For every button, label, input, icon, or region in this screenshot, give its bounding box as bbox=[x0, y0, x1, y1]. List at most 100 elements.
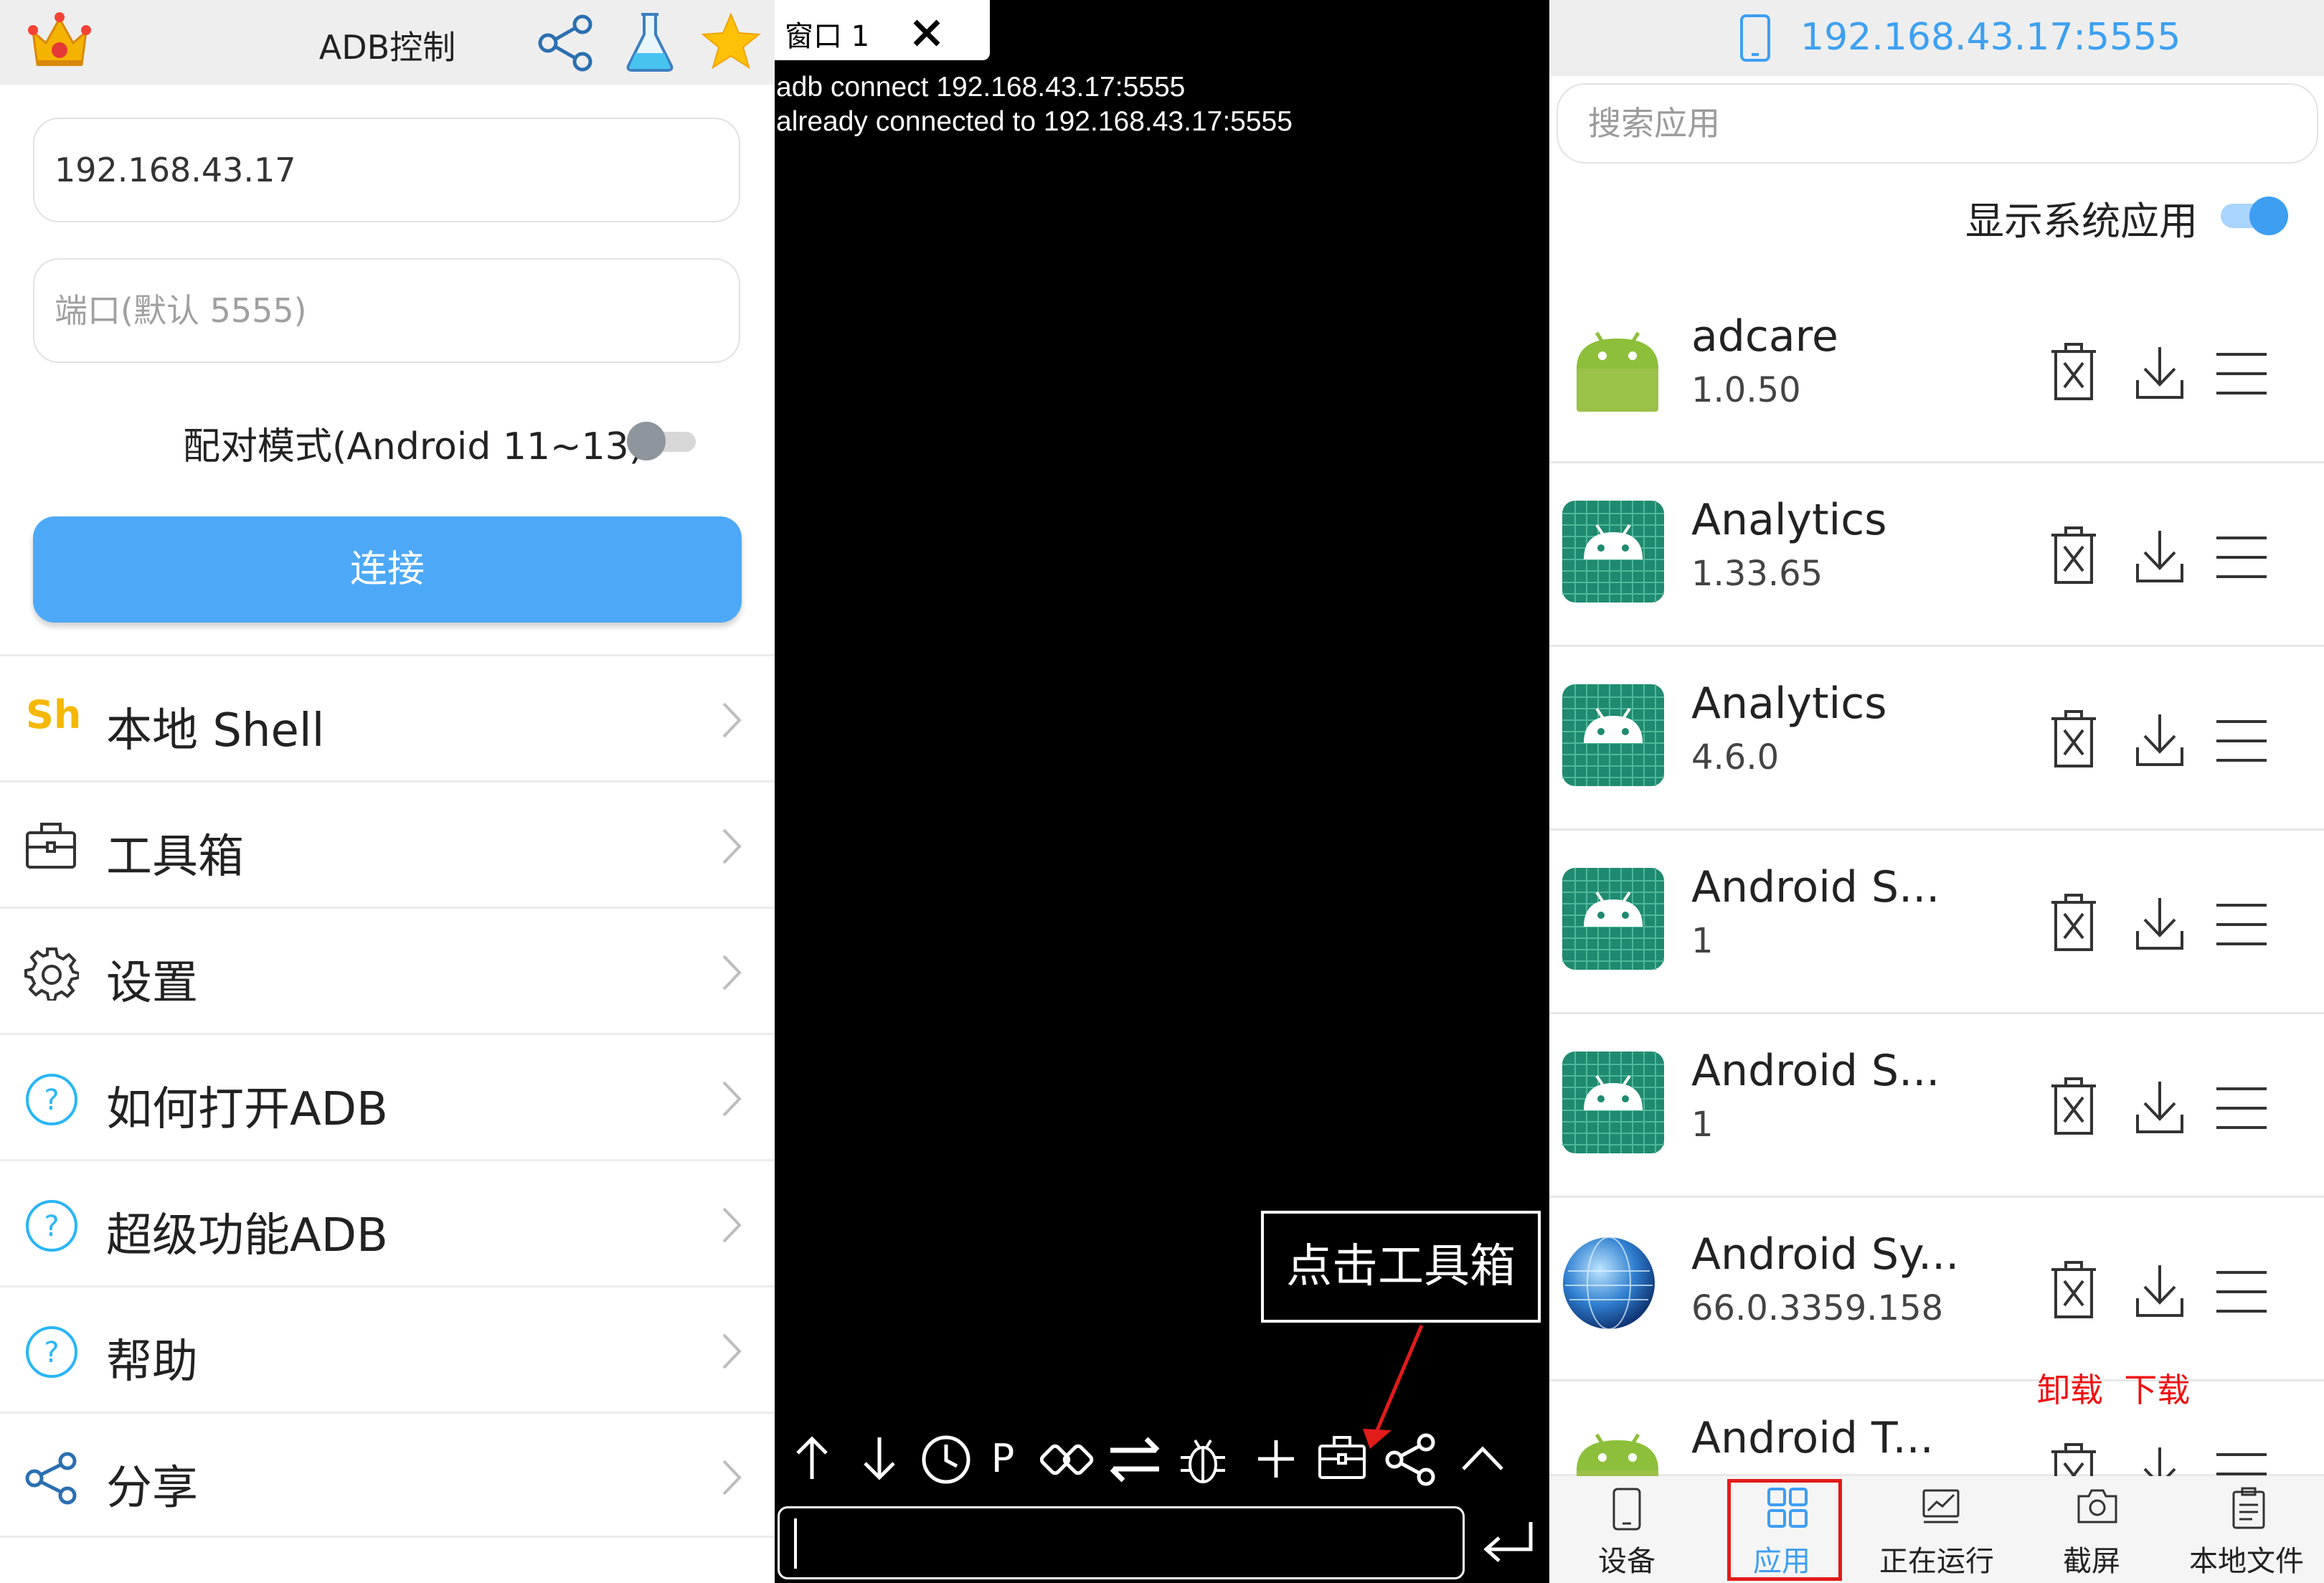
close-icon[interactable] bbox=[911, 17, 943, 49]
share-icon[interactable] bbox=[537, 13, 597, 73]
device-header: 192.168.43.17:5555 bbox=[1549, 0, 2324, 76]
terminal-line: adb connect 192.168.43.17:5555 bbox=[776, 72, 1186, 103]
menu-label: 分享 bbox=[106, 1462, 198, 1515]
globe-icon bbox=[1561, 1235, 1657, 1334]
app-version: 1 bbox=[1691, 921, 1714, 961]
nav-label: 本地文件 bbox=[2189, 1545, 2304, 1578]
app-name: Analytics bbox=[1691, 495, 1887, 545]
menu-item-settings[interactable]: 设置 bbox=[0, 907, 775, 1033]
nav-local-files[interactable]: 本地文件 bbox=[2169, 1476, 2324, 1583]
enter-icon[interactable] bbox=[1478, 1518, 1538, 1568]
svg-text:?: ? bbox=[44, 1210, 59, 1243]
download-icon[interactable] bbox=[2135, 344, 2185, 405]
app-header: ADB控制 bbox=[0, 0, 775, 85]
app-version: 1.33.65 bbox=[1691, 554, 1823, 594]
menu-item-super-adb[interactable]: ? 超级功能ADB bbox=[0, 1159, 775, 1285]
ip-address-input[interactable]: 192.168.43.17 bbox=[33, 118, 740, 222]
toolbox-icon[interactable] bbox=[1317, 1433, 1367, 1483]
android-grid-icon bbox=[1561, 866, 1666, 974]
more-menu-icon[interactable] bbox=[2215, 901, 2268, 951]
connect-button[interactable]: 连接 bbox=[33, 516, 742, 623]
text-cursor bbox=[794, 1518, 797, 1569]
more-menu-icon[interactable] bbox=[2215, 534, 2268, 584]
app-name: Android S... bbox=[1691, 1046, 1940, 1096]
uninstall-icon[interactable] bbox=[2049, 892, 2099, 955]
shell-icon: Sh bbox=[26, 692, 82, 737]
chevron-right-icon bbox=[722, 1460, 742, 1495]
show-system-apps-toggle[interactable] bbox=[2221, 194, 2290, 237]
menu-item-help[interactable]: ? 帮助 bbox=[0, 1285, 775, 1412]
download-icon[interactable] bbox=[2135, 1079, 2185, 1139]
download-icon[interactable] bbox=[2135, 1262, 2185, 1323]
swap-icon[interactable] bbox=[1106, 1433, 1163, 1486]
nav-running[interactable]: 正在运行 bbox=[1859, 1476, 2014, 1583]
download-icon[interactable] bbox=[2135, 895, 2185, 955]
download-icon[interactable] bbox=[2135, 712, 2185, 772]
app-row[interactable]: Android T...1.0.6 bbox=[1549, 1381, 2324, 1513]
crown-icon[interactable] bbox=[27, 10, 92, 75]
plus-icon[interactable] bbox=[1254, 1433, 1298, 1483]
nav-device[interactable]: 设备 bbox=[1549, 1476, 1704, 1583]
files-icon bbox=[2232, 1487, 2265, 1529]
chevron-right-icon bbox=[722, 702, 742, 738]
device-address: 192.168.43.17:5555 bbox=[1800, 16, 2181, 59]
history-clock-icon[interactable] bbox=[920, 1433, 973, 1486]
android-grid-icon bbox=[1561, 499, 1666, 607]
more-menu-icon[interactable] bbox=[2215, 717, 2268, 767]
tab-window-1[interactable]: 窗口 1 bbox=[775, 0, 990, 60]
app-version: 1.0.50 bbox=[1691, 370, 1801, 410]
highlight-box bbox=[1727, 1479, 1842, 1581]
share-icon[interactable] bbox=[1384, 1433, 1437, 1486]
uninstall-icon[interactable] bbox=[2049, 341, 2099, 405]
svg-text:?: ? bbox=[44, 1084, 59, 1117]
app-version: 4.6.0 bbox=[1691, 737, 1780, 778]
red-arrow-icon bbox=[1363, 1325, 1424, 1449]
tab-label: 窗口 1 bbox=[785, 20, 870, 53]
menu-item-how-to-open-adb[interactable]: ? 如何打开ADB bbox=[0, 1033, 775, 1159]
help-icon: ? bbox=[26, 1200, 77, 1252]
download-icon[interactable] bbox=[2135, 528, 2185, 588]
menu-label: 如何打开ADB bbox=[106, 1083, 388, 1136]
app-row[interactable]: Android S... 1 bbox=[1549, 1014, 2324, 1198]
nav-screenshot[interactable]: 截屏 bbox=[2014, 1476, 2169, 1583]
app-row[interactable]: Analytics 4.6.0 bbox=[1549, 647, 2324, 831]
app-row[interactable]: Android S... 1 bbox=[1549, 831, 2324, 1014]
port-input[interactable]: 端口(默认 5555) bbox=[33, 258, 740, 363]
more-menu-icon[interactable] bbox=[2215, 1085, 2268, 1135]
p-letter-button[interactable]: P bbox=[987, 1433, 1019, 1483]
arrow-down-icon[interactable] bbox=[858, 1433, 901, 1483]
uninstall-icon[interactable] bbox=[2049, 709, 2099, 772]
uninstall-icon[interactable] bbox=[2049, 1260, 2099, 1323]
command-input[interactable] bbox=[778, 1506, 1465, 1579]
uninstall-icon[interactable] bbox=[2049, 525, 2099, 588]
menu-item-local-shell[interactable]: Sh 本地 Shell bbox=[0, 654, 775, 780]
phone-icon bbox=[1740, 14, 1770, 62]
app-row[interactable]: Android Sy... 66.0.3359.158 bbox=[1549, 1198, 2324, 1381]
pair-mode-toggle[interactable] bbox=[627, 422, 696, 460]
more-menu-icon[interactable] bbox=[2215, 350, 2268, 400]
menu-label: 本地 Shell bbox=[106, 704, 325, 757]
annotation-box: 点击工具箱 bbox=[1261, 1211, 1541, 1323]
uninstall-icon[interactable] bbox=[2049, 1076, 2099, 1139]
app-row[interactable]: adcare 1.0.50 bbox=[1549, 280, 2324, 463]
share-icon bbox=[25, 1452, 77, 1505]
menu-item-share[interactable]: 分享 bbox=[0, 1412, 775, 1538]
uninstall-download-note: 卸载 下载 bbox=[2037, 1371, 2191, 1409]
terminal-line: already connected to 192.168.43.17:5555 bbox=[776, 106, 1293, 137]
app-version: 66.0.3359.158 bbox=[1691, 1288, 1944, 1328]
gear-icon bbox=[24, 948, 79, 1001]
app-name: Android Sy... bbox=[1691, 1229, 1960, 1280]
menu-item-toolbox[interactable]: 工具箱 bbox=[0, 780, 775, 907]
chevron-right-icon bbox=[722, 1081, 742, 1117]
star-icon[interactable] bbox=[700, 11, 762, 72]
chevron-up-icon[interactable] bbox=[1458, 1433, 1508, 1483]
bug-icon[interactable] bbox=[1178, 1433, 1228, 1486]
arrow-up-icon[interactable] bbox=[790, 1433, 833, 1483]
app-name: adcare bbox=[1691, 311, 1838, 362]
search-input[interactable]: 搜索应用 bbox=[1557, 83, 2318, 164]
link-icon[interactable] bbox=[1040, 1433, 1095, 1486]
more-menu-icon[interactable] bbox=[2215, 1268, 2268, 1318]
chevron-right-icon bbox=[722, 1333, 742, 1369]
app-row[interactable]: Analytics 1.33.65 bbox=[1549, 463, 2324, 647]
lab-flask-icon[interactable] bbox=[623, 10, 677, 75]
